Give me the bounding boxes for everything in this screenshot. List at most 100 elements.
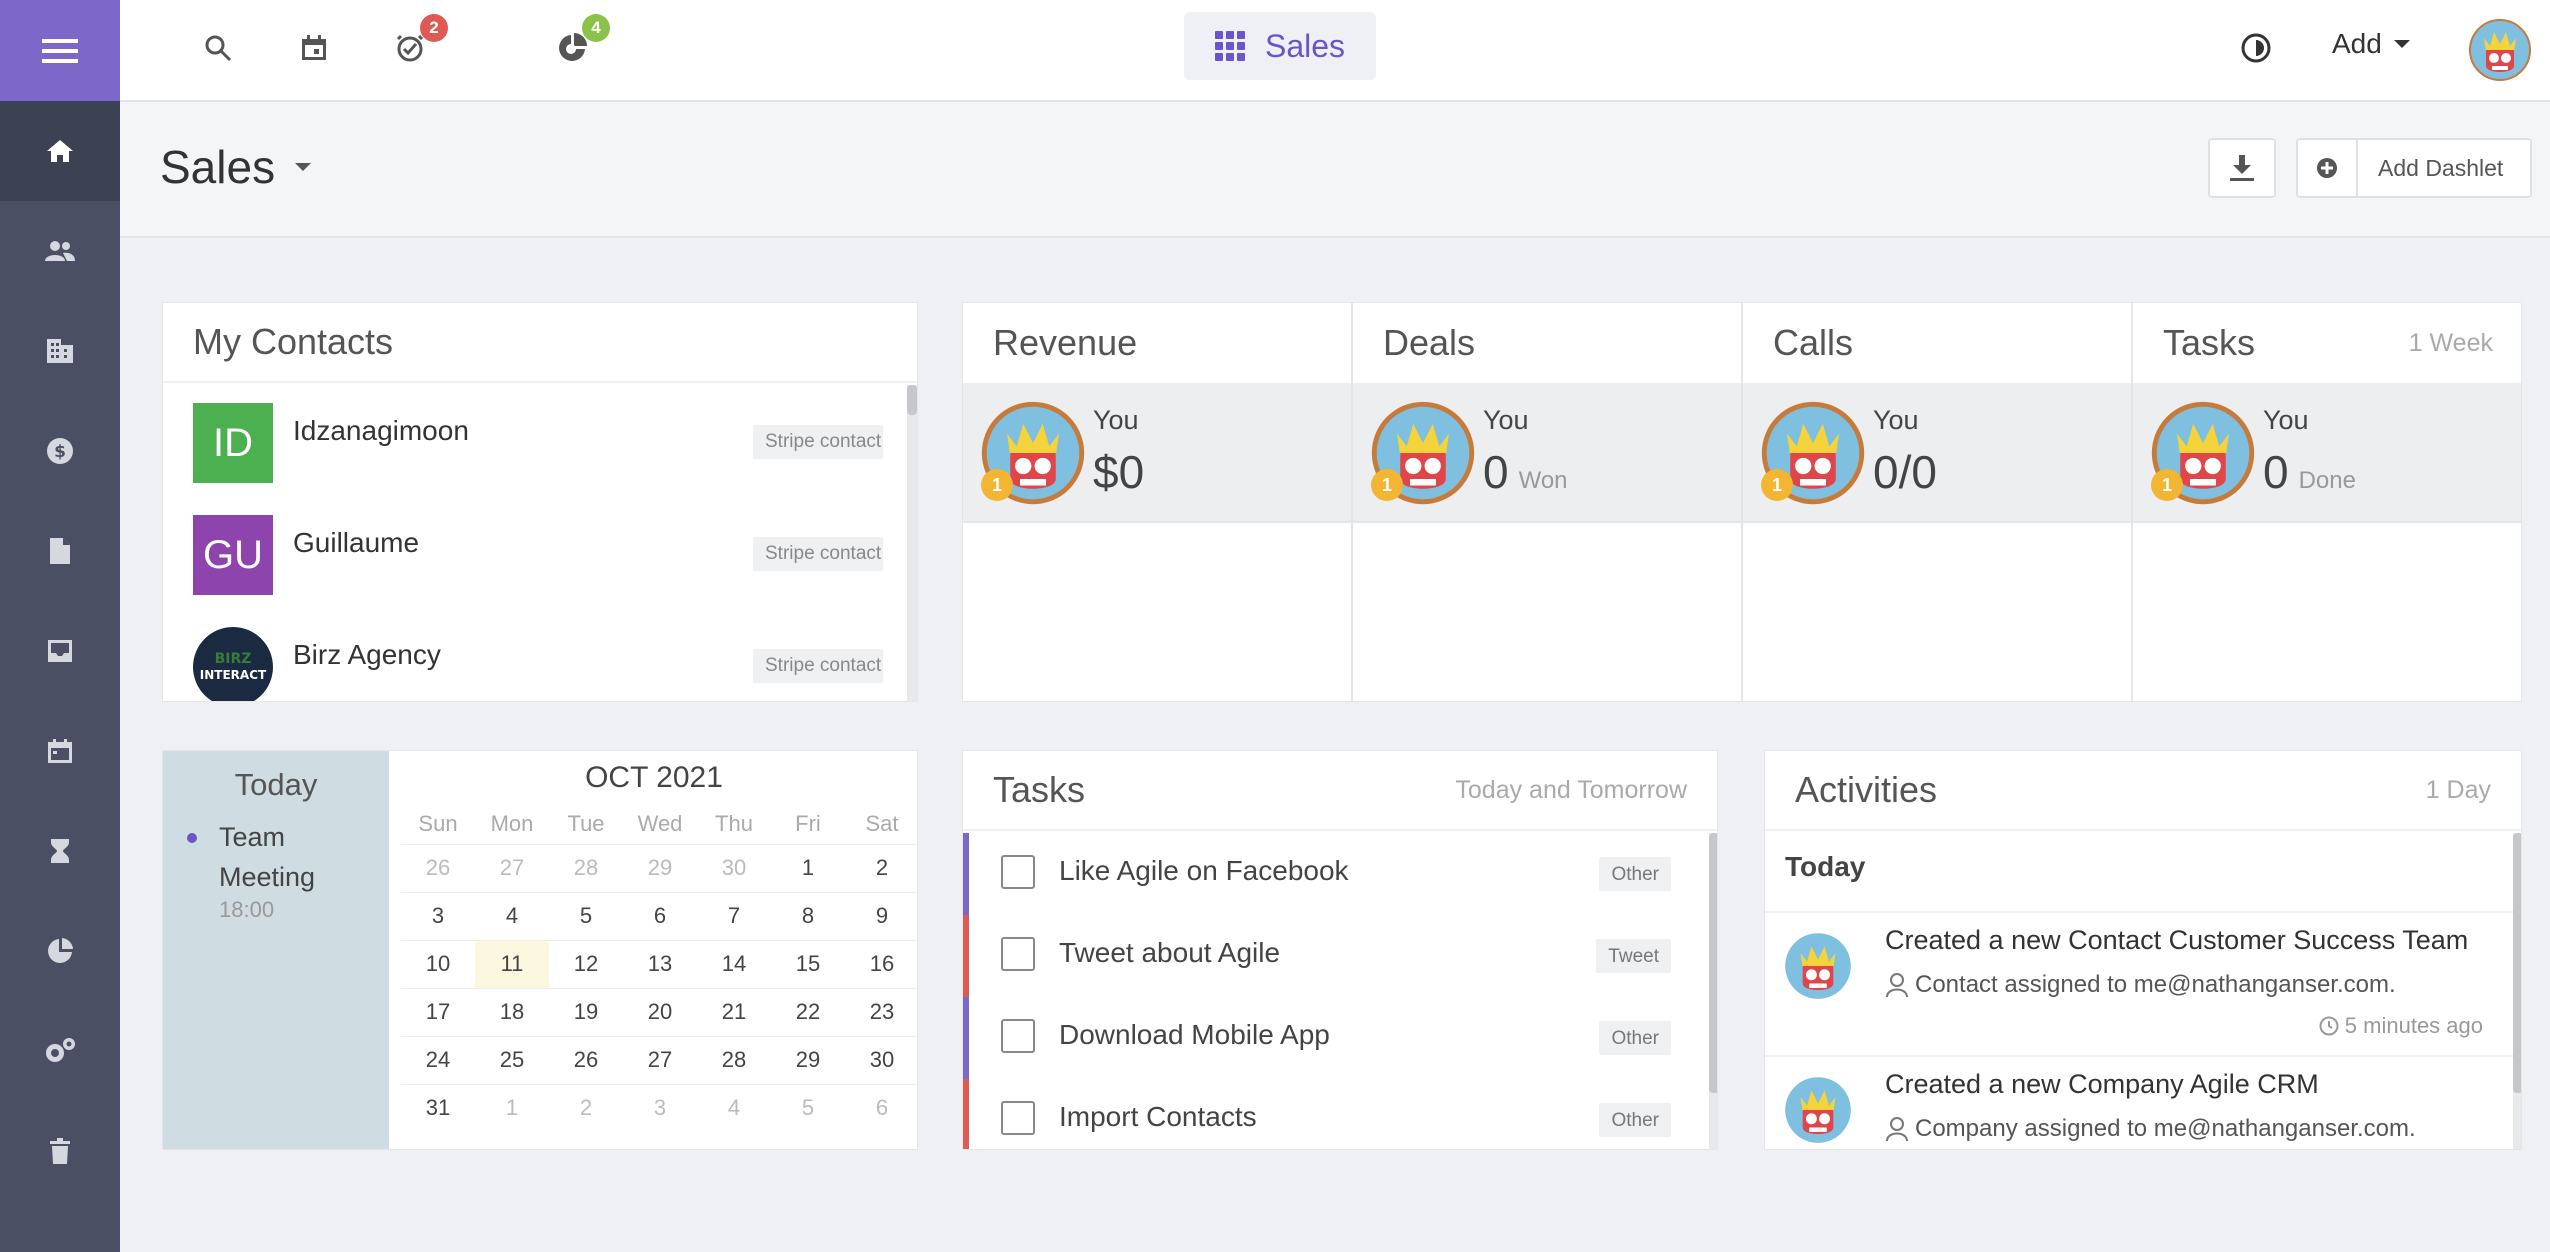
theme-toggle-button[interactable] (2236, 28, 2276, 68)
sidebar-item-deals[interactable]: $ (0, 401, 120, 501)
task-item[interactable]: Tweet about Agile Tweet (963, 915, 1715, 997)
calendar-day[interactable]: 12 (549, 941, 623, 988)
calendar-day[interactable]: 24 (401, 1037, 475, 1084)
calendar-day[interactable]: 30 (845, 1037, 917, 1084)
activity-item[interactable]: Created a new Company Agile CRM Company … (1765, 1057, 2513, 1149)
contact-tag[interactable]: Stripe contact (753, 537, 883, 571)
stat-period[interactable]: 1 Week (2409, 329, 2493, 358)
task-checkbox[interactable] (1001, 1019, 1035, 1053)
contact-tag[interactable]: Stripe contact (753, 425, 883, 459)
contact-name[interactable]: Idzanagimoon (293, 415, 469, 447)
user-avatar[interactable] (2468, 18, 2532, 82)
calendar-day[interactable]: 1 (771, 845, 845, 892)
sidebar-item-reports[interactable] (0, 901, 120, 1001)
calendar-day[interactable]: 2 (845, 845, 917, 892)
task-item[interactable]: Download Mobile App Other (963, 997, 1715, 1079)
calendar-day[interactable]: 8 (771, 893, 845, 940)
goals-button[interactable]: 4 (552, 14, 610, 68)
tasks-scrollbar[interactable] (1709, 833, 1717, 1149)
calendar-day[interactable]: 28 (549, 845, 623, 892)
calendar-day[interactable]: 26 (549, 1037, 623, 1084)
calendar-day[interactable]: 15 (771, 941, 845, 988)
scrollbar-thumb[interactable] (2513, 833, 2521, 1093)
task-label[interactable]: Import Contacts (1059, 1101, 1257, 1133)
tasks-button[interactable]: 2 (390, 14, 448, 68)
add-dashlet-button[interactable]: Add Dashlet (2296, 138, 2532, 198)
contacts-scrollbar[interactable] (907, 385, 917, 701)
calendar-day[interactable]: 16 (845, 941, 917, 988)
calendar-day[interactable]: 30 (697, 845, 771, 892)
sidebar-item-calendar[interactable] (0, 701, 120, 801)
calendar-day[interactable]: 6 (623, 893, 697, 940)
calendar-day[interactable]: 9 (845, 893, 917, 940)
calendar-day[interactable]: 5 (771, 1085, 845, 1133)
calendar-day[interactable]: 22 (771, 989, 845, 1036)
calendar-day[interactable]: 5 (549, 893, 623, 940)
task-label[interactable]: Tweet about Agile (1059, 937, 1280, 969)
calendar-day[interactable]: 21 (697, 989, 771, 1036)
search-button[interactable] (198, 28, 238, 68)
calendar-day[interactable]: 14 (697, 941, 771, 988)
scrollbar-thumb[interactable] (907, 385, 917, 415)
calendar-day[interactable]: 2 (549, 1085, 623, 1133)
calendar-day[interactable]: 29 (771, 1037, 845, 1084)
calendar-day[interactable]: 26 (401, 845, 475, 892)
calendar-day[interactable]: 18 (475, 989, 549, 1036)
sidebar-item-trash[interactable] (0, 1101, 120, 1201)
contact-item[interactable]: BIRZ INTERACT Birz Agency Stripe contact (193, 627, 913, 701)
scrollbar-thumb[interactable] (1709, 833, 1717, 1093)
activity-title[interactable]: Created a new Company Agile CRM (1885, 1069, 2319, 1100)
sidebar-item-contacts[interactable] (0, 201, 120, 301)
calendar-day[interactable]: 28 (697, 1037, 771, 1084)
calendar-day[interactable]: 3 (623, 1085, 697, 1133)
tasks-period[interactable]: Today and Tomorrow (1455, 776, 1687, 805)
contact-item[interactable]: ID Idzanagimoon Stripe contact (193, 403, 913, 483)
menu-toggle-button[interactable] (0, 0, 120, 101)
sidebar-item-timer[interactable] (0, 801, 120, 901)
add-menu[interactable]: Add (2332, 28, 2410, 60)
activity-title[interactable]: Created a new Contact Customer Success T… (1885, 925, 2468, 956)
calendar-day[interactable]: 19 (549, 989, 623, 1036)
sidebar-item-companies[interactable] (0, 301, 120, 401)
sidebar-item-documents[interactable] (0, 501, 120, 601)
task-item[interactable]: Import Contacts Other (963, 1079, 1715, 1149)
calendar-day[interactable]: 29 (623, 845, 697, 892)
activity-item[interactable]: Created a new Contact Customer Success T… (1765, 913, 2513, 1055)
calendar-day[interactable]: 4 (475, 893, 549, 940)
contact-name[interactable]: Guillaume (293, 527, 419, 559)
calendar-day[interactable]: 31 (401, 1085, 475, 1133)
calendar-day[interactable]: 27 (475, 845, 549, 892)
activities-scrollbar[interactable] (2513, 833, 2521, 1149)
calendar-day[interactable]: 20 (623, 989, 697, 1036)
calendar-day[interactable]: 4 (697, 1085, 771, 1133)
contact-name[interactable]: Birz Agency (293, 639, 441, 671)
event-title[interactable]: Team Meeting (219, 817, 369, 897)
activities-period[interactable]: 1 Day (2426, 776, 2491, 805)
task-checkbox[interactable] (1001, 937, 1035, 971)
download-button[interactable] (2208, 138, 2276, 198)
dashboard-switcher[interactable]: Sales (1184, 12, 1376, 80)
calendar-day[interactable]: 1 (475, 1085, 549, 1133)
calendar-day[interactable]: 10 (401, 941, 475, 988)
calendar-day[interactable]: 17 (401, 989, 475, 1036)
task-item[interactable]: Like Agile on Facebook Other (963, 833, 1715, 915)
contact-item[interactable]: GU Guillaume Stripe contact (193, 515, 913, 595)
task-label[interactable]: Like Agile on Facebook (1059, 855, 1349, 887)
calendar-day[interactable]: 13 (623, 941, 697, 988)
calendar-day-today[interactable]: 11 (475, 941, 549, 988)
contact-tag[interactable]: Stripe contact (753, 649, 883, 683)
calendar-day[interactable]: 3 (401, 893, 475, 940)
calendar-day[interactable]: 6 (845, 1085, 917, 1133)
calendar-day[interactable]: 27 (623, 1037, 697, 1084)
sidebar-item-home[interactable] (0, 101, 120, 201)
calendar-day[interactable]: 23 (845, 989, 917, 1036)
sidebar-item-inbox[interactable] (0, 601, 120, 701)
task-checkbox[interactable] (1001, 855, 1035, 889)
task-checkbox[interactable] (1001, 1101, 1035, 1135)
sidebar-item-settings[interactable] (0, 1001, 120, 1101)
task-label[interactable]: Download Mobile App (1059, 1019, 1330, 1051)
dashboard-title-dropdown[interactable]: Sales (160, 140, 312, 194)
calendar-button[interactable] (294, 28, 334, 68)
calendar-day[interactable]: 25 (475, 1037, 549, 1084)
calendar-day[interactable]: 7 (697, 893, 771, 940)
